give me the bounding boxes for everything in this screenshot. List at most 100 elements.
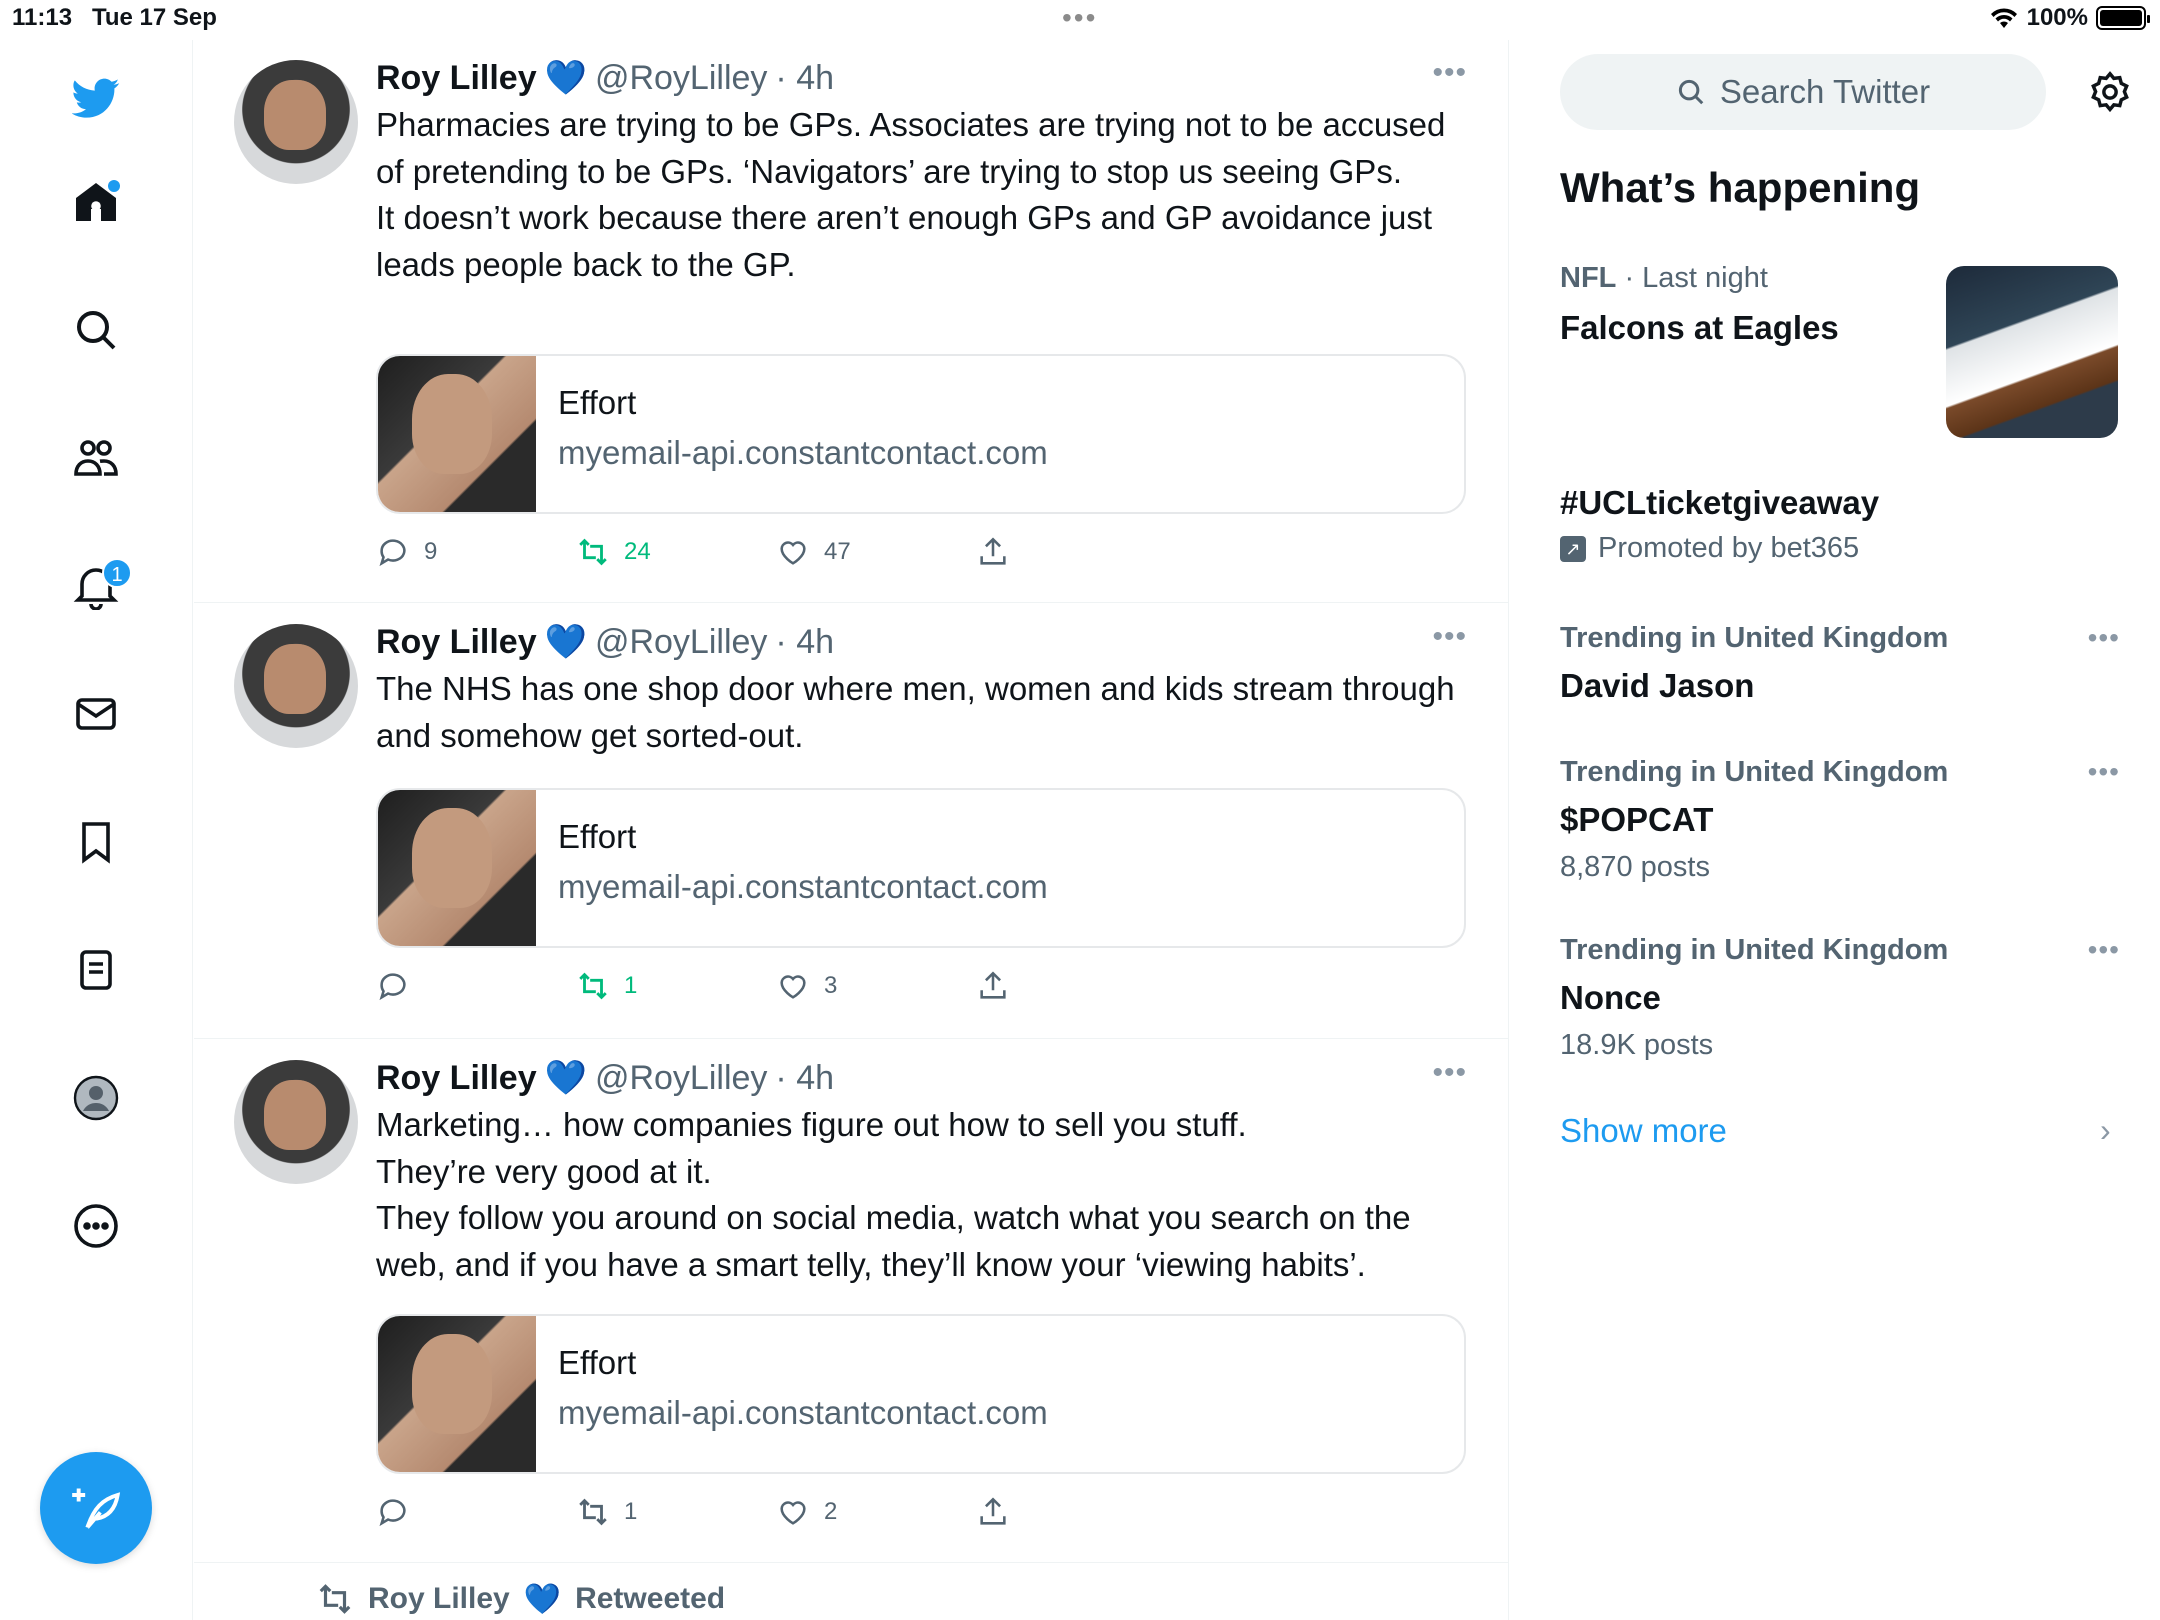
show-more-link[interactable]: Show more: [1560, 1112, 1727, 1150]
tweet-time[interactable]: · 4h: [775, 1059, 834, 1098]
author-handle[interactable]: @RoyLilley: [595, 1059, 767, 1098]
retweeted-indicator[interactable]: Roy Lilley 💙 Retweeted: [316, 1580, 725, 1618]
trend-post-count: 18.9K posts: [1560, 1029, 1714, 1061]
battery-percent: 100%: [2026, 4, 2088, 31]
trend-item[interactable]: Trending in United Kingdom David Jason •…: [1560, 622, 2120, 705]
reply-button[interactable]: [376, 1490, 424, 1534]
retweet-count: 1: [624, 1498, 638, 1525]
tweet-time[interactable]: · 4h: [775, 59, 834, 98]
retweet-count: 24: [624, 538, 651, 565]
reply-button[interactable]: 9: [376, 530, 437, 574]
status-date: Tue 17 Sep: [92, 4, 217, 31]
share-icon: [980, 537, 1006, 565]
like-button[interactable]: 2: [776, 1490, 837, 1534]
tweet-header: Roy Lilley 💙 @RoyLilley · 4h: [376, 1056, 834, 1100]
reply-button[interactable]: [376, 964, 424, 1008]
share-button[interactable]: [976, 964, 1010, 1008]
verified-heart-icon: 💙: [544, 59, 587, 97]
trend-more-icon[interactable]: •••: [2088, 756, 2120, 788]
tweet[interactable]: Roy Lilley 💙 @RoyLilley · 4h ••• Pharmac…: [194, 40, 1509, 603]
promoted-icon: ↗: [1560, 535, 1586, 562]
twitter-logo-icon[interactable]: [64, 66, 128, 130]
reply-icon: [379, 1499, 406, 1527]
tweet-actions: 1 2: [376, 1490, 1076, 1534]
reply-count: 9: [424, 538, 438, 565]
nfl-thumbnail-image[interactable]: [1946, 266, 2118, 438]
retweet-count: 1: [624, 972, 638, 999]
home-new-dot: [108, 180, 120, 192]
card-image: [378, 1316, 536, 1472]
author-handle[interactable]: @RoyLilley: [595, 59, 767, 98]
verified-heart-icon: 💙: [544, 623, 587, 661]
trend-more-icon[interactable]: •••: [2088, 934, 2120, 966]
share-button[interactable]: [976, 530, 1010, 574]
status-right: 100%: [1989, 4, 2150, 32]
chevron-right-icon[interactable]: ›: [2100, 1112, 2111, 1149]
compose-tweet-button[interactable]: [40, 1452, 152, 1564]
left-navigation: 1: [0, 40, 193, 1620]
tweet-text: Marketing… how companies figure out how …: [376, 1106, 1411, 1283]
like-count: 3: [824, 972, 838, 999]
trend-item[interactable]: Trending in United Kingdom $POPCAT 8,870…: [1560, 756, 2120, 884]
share-icon: [980, 971, 1006, 999]
battery-icon: [2096, 6, 2150, 30]
trend-more-icon[interactable]: •••: [2088, 622, 2120, 654]
search-input[interactable]: Search Twitter: [1560, 54, 2046, 130]
profile-icon[interactable]: [64, 1066, 128, 1130]
tweet[interactable]: Roy Lilley 💙 @RoyLilley · 4h ••• Marketi…: [194, 1040, 1509, 1563]
retweet-button[interactable]: 1: [576, 964, 637, 1008]
author-name[interactable]: Roy Lilley: [376, 59, 537, 98]
like-button[interactable]: 3: [776, 964, 837, 1008]
avatar[interactable]: [234, 624, 358, 748]
trend-title: David Jason: [1560, 667, 1755, 704]
retweet-icon: [579, 972, 607, 1000]
trend-nfl[interactable]: NFL · Last night Falcons at Eagles: [1560, 262, 1839, 347]
tweet[interactable]: Roy Lilley 💙 @RoyLilley · 4h ••• The NHS…: [194, 604, 1509, 1039]
notifications-icon[interactable]: 1: [64, 554, 132, 618]
avatar[interactable]: [234, 1060, 358, 1184]
messages-icon[interactable]: [64, 682, 128, 746]
communities-icon[interactable]: [64, 426, 128, 490]
trend-time: · Last night: [1624, 262, 1768, 294]
link-card[interactable]: Effort myemail-api.constantcontact.com: [376, 788, 1466, 948]
like-button[interactable]: 47: [776, 530, 851, 574]
card-domain: myemail-api.constantcontact.com: [558, 1394, 1048, 1431]
tweet-text: The NHS has one shop door where men, wom…: [376, 670, 1455, 754]
trend-meta: Trending in United Kingdom: [1560, 934, 1949, 966]
share-button[interactable]: [976, 1490, 1010, 1534]
retweet-icon: [319, 1584, 351, 1614]
home-icon[interactable]: [64, 170, 128, 234]
trend-item[interactable]: Trending in United Kingdom Nonce 18.9K p…: [1560, 934, 2120, 1062]
author-handle[interactable]: @RoyLilley: [595, 623, 767, 662]
retweet-button[interactable]: 1: [576, 1490, 637, 1534]
settings-gear-icon[interactable]: [2082, 64, 2138, 120]
promoted-trend[interactable]: #UCLticketgiveaway ↗ Promoted by bet365: [1560, 484, 1879, 565]
timeline: Roy Lilley 💙 @RoyLilley · 4h ••• Pharmac…: [194, 40, 1509, 1620]
lists-icon[interactable]: [64, 938, 128, 1002]
like-count: 2: [824, 1498, 838, 1525]
tweet-time[interactable]: · 4h: [775, 623, 834, 662]
tweet-text: Pharmacies are trying to be GPs. Associa…: [376, 106, 1446, 283]
link-card[interactable]: Effort myemail-api.constantcontact.com: [376, 354, 1466, 514]
retweet-button[interactable]: 24: [576, 530, 651, 574]
tweet-header: Roy Lilley 💙 @RoyLilley · 4h: [376, 620, 834, 664]
avatar[interactable]: [234, 60, 358, 184]
more-icon[interactable]: [64, 1194, 128, 1258]
link-card[interactable]: Effort myemail-api.constantcontact.com: [376, 1314, 1466, 1474]
promoted-label: Promoted by bet365: [1598, 532, 1860, 564]
search-icon: [1678, 79, 1704, 105]
verified-heart-icon: 💙: [544, 1059, 587, 1097]
retweet-icon: [579, 538, 607, 566]
right-sidebar: Search Twitter What’s happening NFL · La…: [1510, 40, 2160, 1620]
author-name[interactable]: Roy Lilley: [376, 623, 537, 662]
trend-post-count: 8,870 posts: [1560, 851, 1710, 883]
bookmarks-icon[interactable]: [64, 810, 128, 874]
multitasking-dots-icon[interactable]: •••: [1062, 2, 1097, 34]
tweet-more-icon[interactable]: •••: [1432, 56, 1467, 90]
author-name[interactable]: Roy Lilley: [376, 1059, 537, 1098]
tweet-more-icon[interactable]: •••: [1432, 1056, 1467, 1090]
search-icon[interactable]: [64, 298, 128, 362]
card-image: [378, 356, 536, 512]
tweet-more-icon[interactable]: •••: [1432, 620, 1467, 654]
card-image: [378, 790, 536, 946]
